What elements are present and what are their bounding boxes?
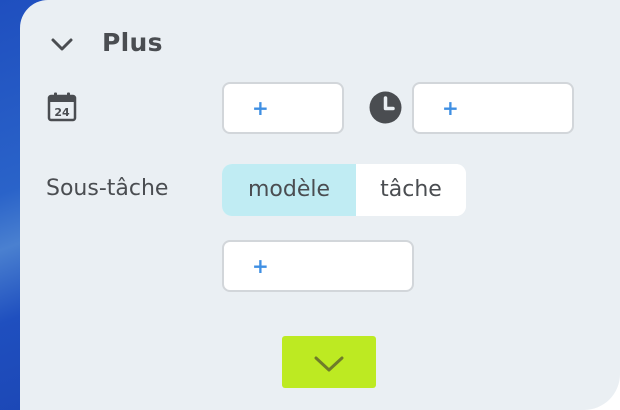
subtask-type-toggle: modèle tâche: [222, 164, 466, 216]
calendar-day-number: 24: [54, 106, 70, 119]
chevron-down-icon[interactable]: [50, 35, 74, 55]
clock-icon: [369, 91, 402, 124]
section-title[interactable]: Plus: [102, 28, 163, 57]
time-field[interactable]: +: [412, 82, 574, 134]
date-field[interactable]: +: [222, 82, 344, 134]
subtask-option-task[interactable]: tâche: [356, 164, 466, 216]
subtask-field[interactable]: +: [222, 240, 414, 292]
calendar-icon: 24: [47, 92, 77, 122]
add-date-icon[interactable]: +: [252, 94, 269, 122]
add-subtask-icon[interactable]: +: [252, 252, 269, 280]
subtask-option-template[interactable]: modèle: [222, 164, 356, 216]
checkmark-icon: [314, 356, 344, 372]
confirm-button[interactable]: [282, 336, 376, 388]
subtask-label: Sous-tâche: [46, 176, 169, 201]
add-time-icon[interactable]: +: [442, 94, 459, 122]
